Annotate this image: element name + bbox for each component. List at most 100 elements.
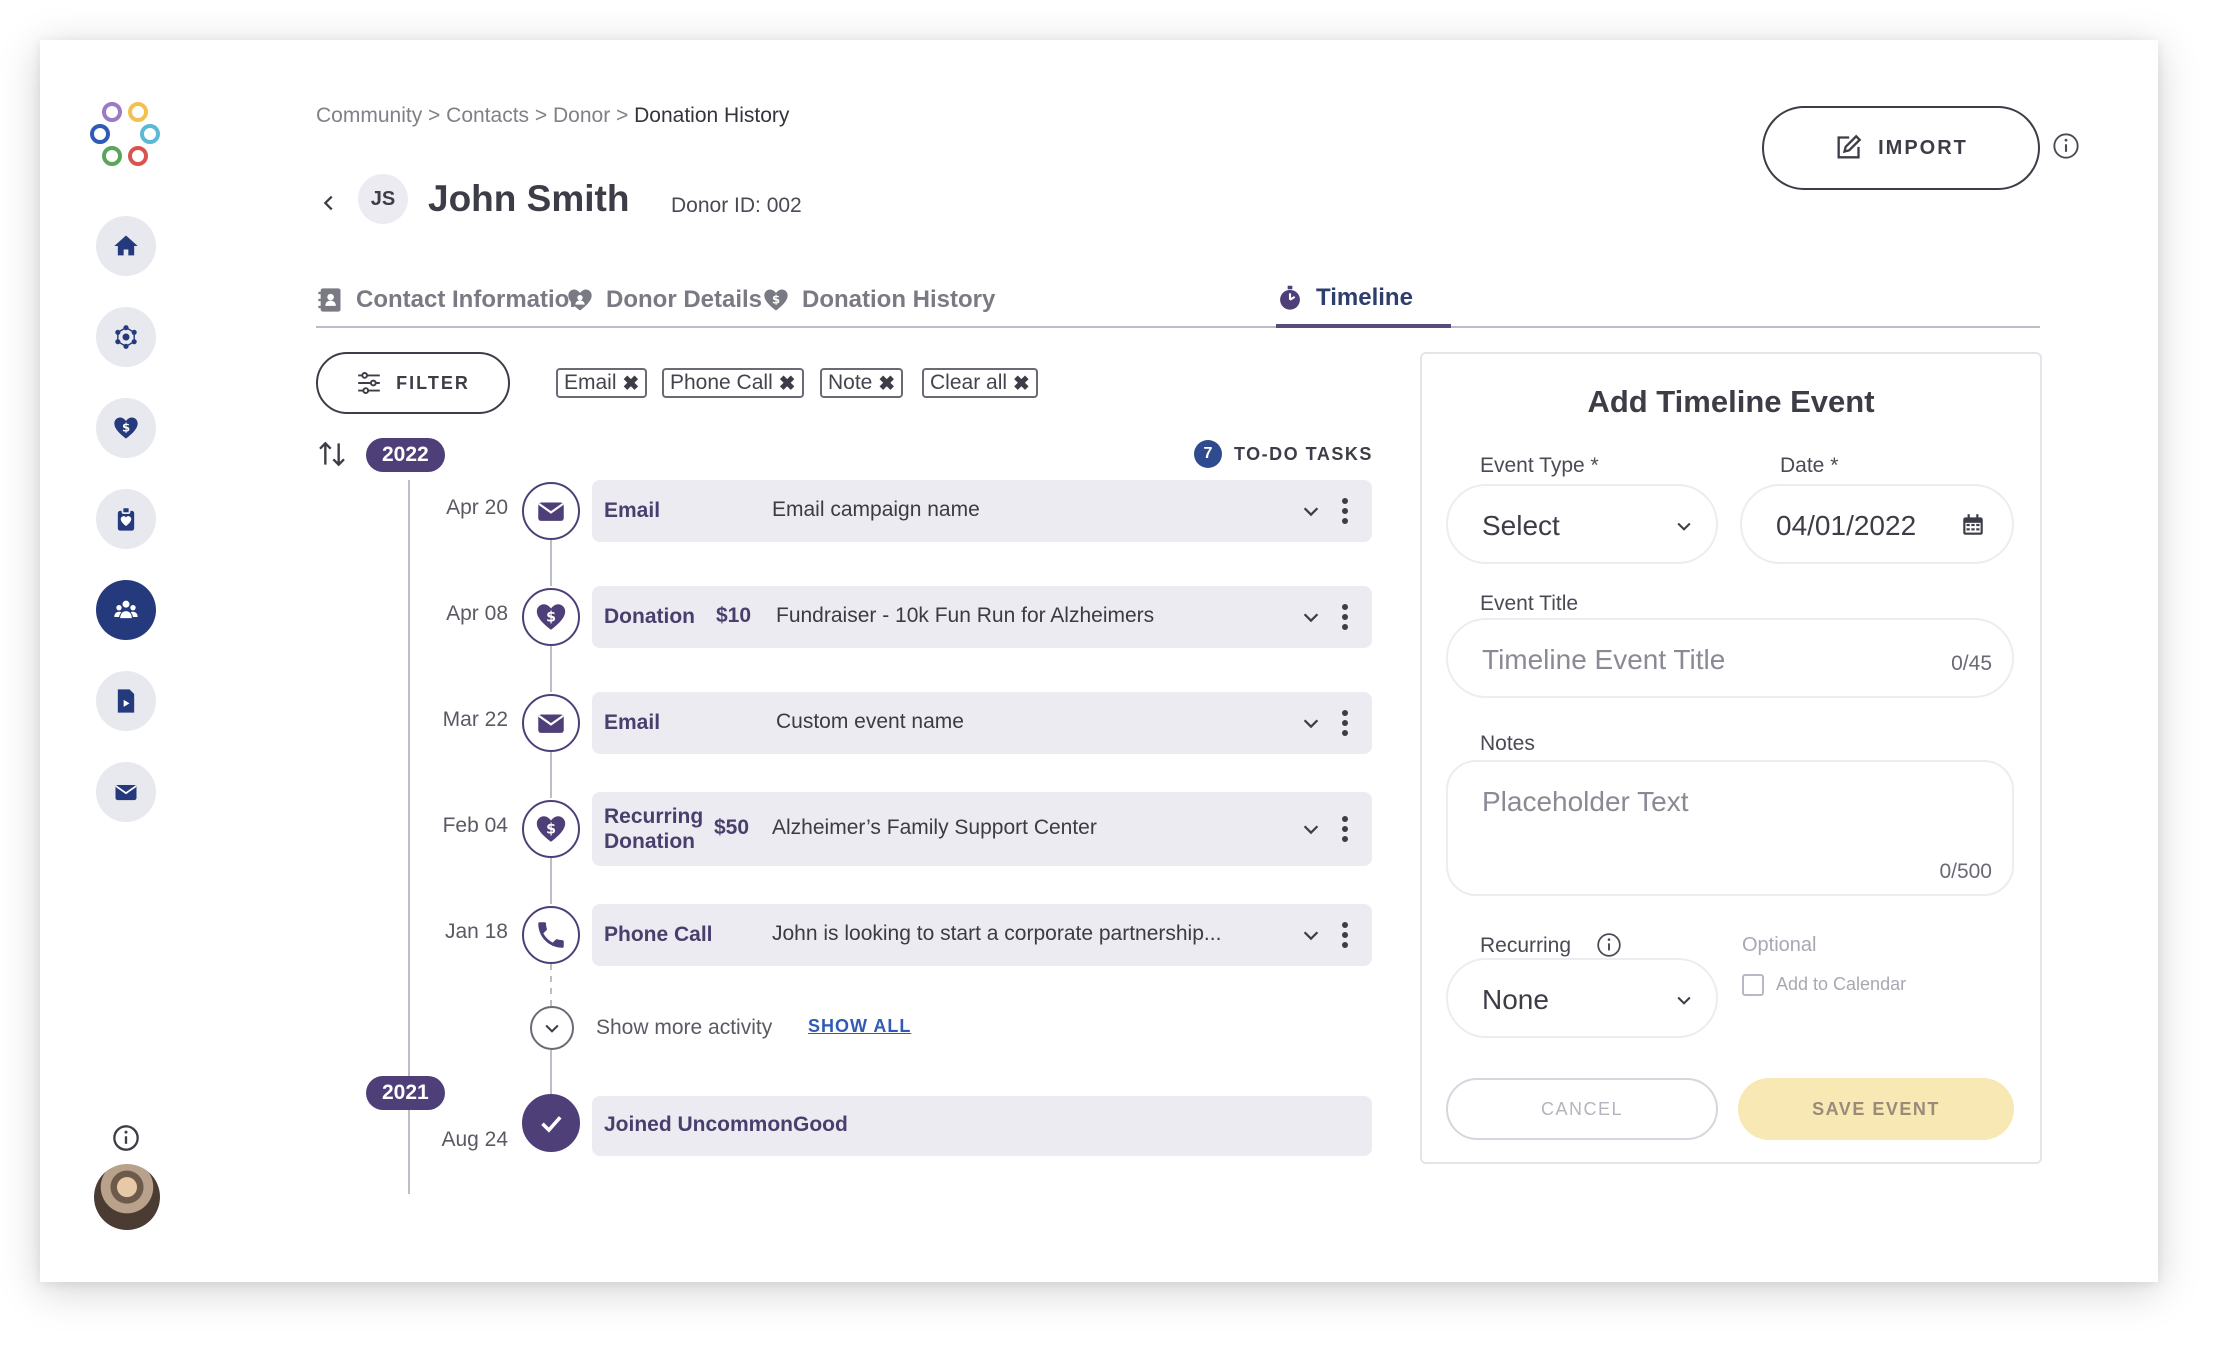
event-icon-circle [522,694,580,752]
filter-chip-clear-all[interactable]: Clear all ✖ [922,368,1038,398]
tab-donor-details[interactable]: Donor Details [566,272,762,328]
stopwatch-icon [1280,285,1300,310]
event-description: Alzheimer’s Family Support Center [772,816,1097,839]
breadcrumb-community[interactable]: Community [316,104,422,127]
recurring-select[interactable]: None [1446,958,1718,1038]
date-input[interactable]: 04/01/2022 [1740,484,2014,564]
more-vertical-icon[interactable] [1337,602,1353,632]
panel-title: Add Timeline Event [1587,384,1875,419]
todo-tasks[interactable]: 7 TO-DO TASKS [1194,440,1373,468]
info-icon[interactable] [1596,932,1622,958]
timeline-event-card[interactable]: Phone Call John is looking to start a co… [592,904,1372,966]
tab-contact-information[interactable]: Contact Information [316,272,584,328]
svg-text:$: $ [546,609,556,625]
tab-donation-history[interactable]: $ Donation History [762,272,995,328]
chevron-down-icon [1677,996,1691,1005]
event-title-label: Event Title [1480,592,1579,615]
event-icon-circle [522,906,580,964]
add-to-calendar-label: Add to Calendar [1776,974,1907,994]
nav-volunteer[interactable] [96,489,156,549]
tab-bar: Contact Information Donor Details $ Dona… [316,272,2040,328]
svg-text:$: $ [122,421,130,435]
show-more-text: Show more activity [596,1016,773,1039]
event-icon-circle [522,482,580,540]
filter-chip-phone-call[interactable]: Phone Call ✖ [662,368,804,398]
year-badge-2022: 2022 [366,438,445,472]
nav-people[interactable] [96,580,156,640]
tab-timeline[interactable]: Timeline [1276,272,1451,328]
nav-home[interactable] [96,216,156,276]
breadcrumb-contacts[interactable]: Contacts [446,104,529,127]
filter-chip-note[interactable]: Note ✖ [820,368,904,398]
sidebar: $ [40,40,240,1282]
event-amount: $10 [716,604,752,627]
save-event-button[interactable]: SAVE EVENT [1738,1078,2014,1140]
timeline-connector [550,858,552,904]
chevron-down-icon[interactable] [1300,712,1322,734]
chevron-down-icon[interactable] [1300,924,1322,946]
filter-chip-email[interactable]: Email ✖ [556,368,648,398]
calendar-icon[interactable] [1960,512,1986,538]
app-logo[interactable] [88,94,168,174]
more-vertical-icon[interactable] [1337,708,1353,738]
date-label: Date * [1780,454,1839,477]
svg-text:$: $ [546,821,556,837]
import-label: IMPORT [1878,136,1968,159]
edit-box-icon [1837,134,1862,159]
event-description: John is looking to start a corporate par… [772,922,1222,945]
nav-messages[interactable] [96,762,156,822]
nav-donations[interactable]: $ [96,398,156,458]
event-title-input[interactable]: Timeline Event Title 0/45 [1446,618,2014,698]
notes-textarea[interactable]: Placeholder Text 0/500 [1446,760,2014,896]
chevron-down-icon[interactable] [1300,606,1322,628]
timeline-event-card[interactable]: Recurring Donation $50 Alzheimer’s Famil… [592,792,1372,866]
timeline-event-card[interactable]: Email Custom event name [592,692,1372,754]
timeline-connector [550,540,552,586]
event-date: Apr 08 [446,602,508,625]
import-info-icon[interactable] [2052,132,2080,160]
event-date: Apr 20 [446,496,508,519]
filter-button[interactable]: FILTER [316,352,510,414]
event-type-label: Event Type * [1480,454,1599,477]
close-icon[interactable]: ✖ [779,371,796,396]
add-to-calendar-checkbox[interactable] [1742,974,1764,996]
sort-arrows-icon[interactable] [316,438,348,470]
breadcrumb-donor[interactable]: Donor [553,104,610,127]
timeline-event-card[interactable]: Email Email campaign name [592,480,1372,542]
cancel-button[interactable]: CANCEL [1446,1078,1718,1140]
network-icon [115,325,137,349]
nav-reports[interactable] [96,671,156,731]
event-type-select[interactable]: Select [1446,484,1718,564]
show-more-button[interactable] [530,1006,574,1050]
event-description: Custom event name [776,710,964,733]
close-icon[interactable]: ✖ [1013,371,1030,396]
show-all-link[interactable]: SHOW ALL [808,1016,911,1037]
tab-label: Donor Details [606,286,763,313]
chevron-down-icon[interactable] [1300,500,1322,522]
chevron-down-icon[interactable] [1300,818,1322,840]
close-icon[interactable]: ✖ [878,371,895,396]
timeline-event-card[interactable]: Joined UncommonGood [592,1096,1372,1156]
timeline-event-card[interactable]: Donation $10 Fundraiser - 10k Fun Run fo… [592,586,1372,648]
envelope-icon [115,785,137,801]
chevron-down-icon [545,1024,559,1033]
more-vertical-icon[interactable] [1337,920,1353,950]
more-vertical-icon[interactable] [1337,496,1353,526]
notes-label: Notes [1480,732,1535,755]
heart-dollar-icon: $ [536,604,566,630]
more-vertical-icon[interactable] [1337,814,1353,844]
import-button[interactable]: IMPORT [1762,106,2040,190]
nav-community[interactable] [96,307,156,367]
back-chevron-icon[interactable] [318,192,340,214]
add-timeline-event-panel: Add Timeline Event Event Type * Date * S… [1420,352,2042,1164]
user-avatar[interactable] [94,1164,160,1230]
close-icon[interactable]: ✖ [623,371,640,396]
event-type: Phone Call [604,923,713,946]
home-icon [114,235,138,256]
breadcrumb: Community > Contacts > Donor > Donation … [316,104,790,127]
breadcrumb-current: Donation History [634,104,790,127]
info-icon[interactable] [112,1124,140,1152]
timeline-connector [550,964,552,1006]
chevron-down-icon [1677,522,1691,531]
tab-label: Timeline [1316,284,1413,311]
